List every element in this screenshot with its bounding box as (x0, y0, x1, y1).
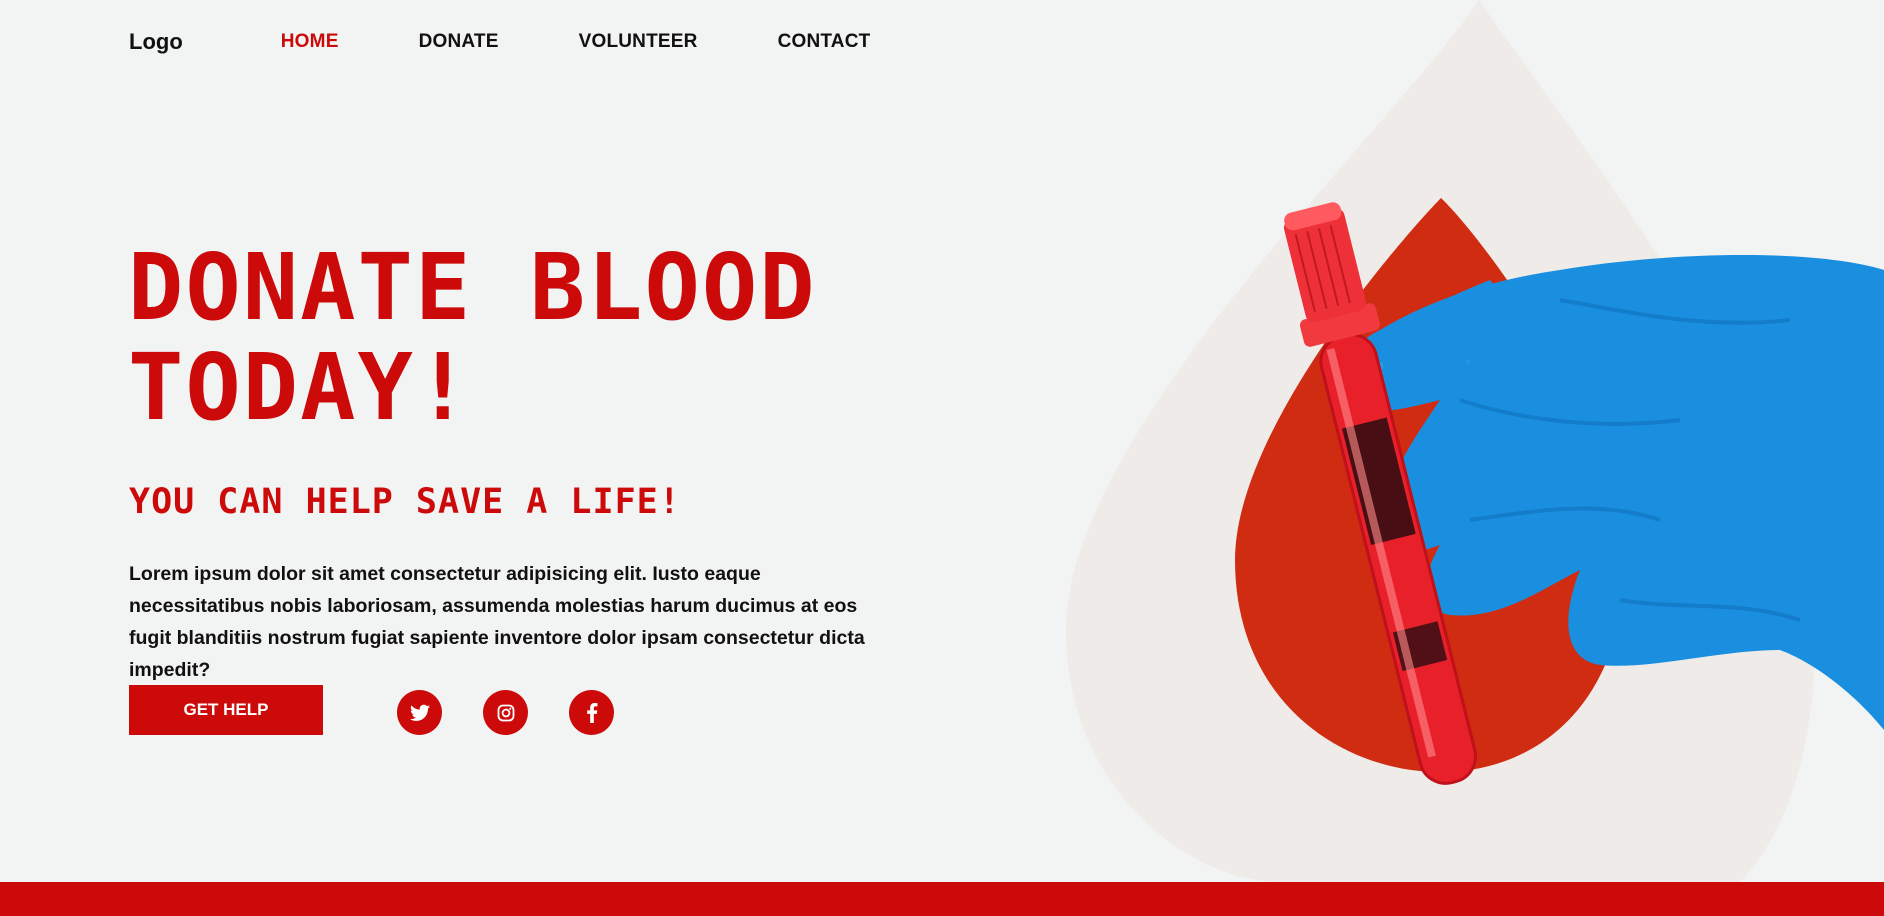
get-help-button[interactable]: GET HELP (129, 685, 323, 735)
twitter-icon (409, 704, 430, 721)
facebook-button[interactable] (569, 690, 614, 735)
hero-headline: DONATE BLOOD TODAY! (128, 238, 1088, 438)
nav-link-home[interactable]: HOME (281, 31, 339, 53)
hero-description: Lorem ipsum dolor sit amet consectetur a… (129, 563, 865, 681)
nav-link-contact[interactable]: CONTACT (778, 31, 871, 53)
instagram-button[interactable] (483, 690, 528, 735)
twitter-button[interactable] (397, 690, 442, 735)
facebook-icon (586, 702, 597, 723)
hero-subheading: YOU CAN HELP SAVE A LIFE! (129, 482, 681, 522)
instagram-icon (497, 704, 514, 721)
nav-link-donate[interactable]: DONATE (419, 31, 499, 53)
headline-line-2: TODAY! (128, 334, 473, 441)
main-nav: Logo HOME DONATE VOLUNTEER CONTACT (129, 26, 950, 58)
nav-link-volunteer[interactable]: VOLUNTEER (579, 31, 698, 53)
headline-line-1: DONATE BLOOD (128, 234, 817, 341)
hero-illustration (1066, 0, 1884, 882)
footer-bar (0, 882, 1884, 916)
logo[interactable]: Logo (129, 29, 183, 55)
